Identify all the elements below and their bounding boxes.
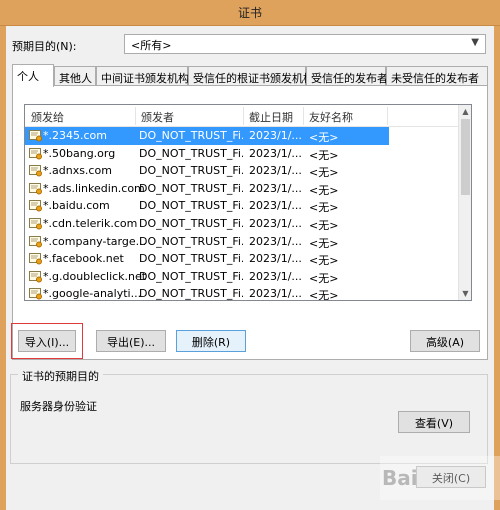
table-row[interactable]: *.50bang.org DO_NOT_TRUST_Fi... 2023/1/...… xyxy=(25,145,461,163)
column-separator xyxy=(303,107,304,125)
cell-issued-by: DO_NOT_TRUST_Fi... xyxy=(139,216,243,230)
cell-friendly-name: <无> xyxy=(309,271,339,285)
delete-button[interactable]: 删除(R) xyxy=(176,330,246,352)
certificate-list[interactable]: 颁发给 颁发者 截止日期 友好名称 *.2345.com DO_NOT_TRUST… xyxy=(24,104,472,301)
cell-issued-to: *.g.doubleclick.net xyxy=(43,269,147,283)
cell-expiration: 2023/1/... xyxy=(249,199,301,213)
cell-expiration: 2023/1/... xyxy=(249,216,301,230)
purposes-text: 服务器身份验证 xyxy=(20,400,97,413)
cell-friendly-name: <无> xyxy=(309,201,339,215)
cell-expiration: 2023/1/... xyxy=(249,164,301,178)
cell-friendly-name: <无> xyxy=(309,131,339,144)
column-separator xyxy=(135,107,136,125)
cell-issued-to: *.50bang.org xyxy=(43,146,116,160)
column-header-issued-to[interactable]: 颁发给 xyxy=(31,109,64,125)
certificate-icon xyxy=(29,165,43,177)
cell-issued-to: *.google-analyti... xyxy=(43,287,142,301)
cell-issued-by: DO_NOT_TRUST_Fi... xyxy=(139,181,243,195)
tab-trusted-publishers[interactable]: 受信任的发布者 xyxy=(306,66,388,86)
cell-expiration: 2023/1/... xyxy=(249,252,301,266)
table-row[interactable]: *.baidu.com DO_NOT_TRUST_Fi... 2023/1/... <… xyxy=(25,197,461,215)
certificate-icon xyxy=(29,130,43,142)
cell-friendly-name: <无> xyxy=(309,289,339,301)
cell-issued-to: *.2345.com xyxy=(43,129,107,142)
export-button[interactable]: 导出(E)... xyxy=(96,330,166,352)
scrollbar-thumb[interactable] xyxy=(461,119,470,195)
cell-issued-by: DO_NOT_TRUST_Fi... xyxy=(139,252,243,266)
cell-issued-to: *.ads.linkedin.com xyxy=(43,181,145,195)
column-separator xyxy=(243,107,244,125)
certificates-dialog: 证书 预期目的(N): <所有> ▼ 个人 其他人 中间证书颁发机构 受信任的根… xyxy=(0,0,500,510)
cell-friendly-name: <无> xyxy=(309,254,339,268)
certificate-icon xyxy=(29,253,43,265)
advanced-button[interactable]: 高级(A) xyxy=(410,330,480,352)
table-row[interactable]: *.ads.linkedin.com DO_NOT_TRUST_Fi... 2023… xyxy=(25,180,461,198)
cell-friendly-name: <无> xyxy=(309,218,339,232)
tab-intermediate-ca[interactable]: 中间证书颁发机构 xyxy=(96,66,189,86)
cell-friendly-name: <无> xyxy=(309,183,339,197)
purposes-group-title: 证书的预期目的 xyxy=(18,368,103,384)
scroll-down-icon[interactable]: ▼ xyxy=(459,287,471,300)
table-row[interactable]: *.2345.com DO_NOT_TRUST_Fi... 2023/1/... <无… xyxy=(25,127,389,145)
certificate-icon xyxy=(29,182,43,195)
purpose-dropdown[interactable]: <所有> ▼ xyxy=(124,34,486,54)
cell-issued-by: DO_NOT_TRUST_Fi... xyxy=(139,146,243,160)
purpose-selected-value: <所有> xyxy=(131,39,172,52)
vertical-scrollbar[interactable]: ▲ ▼ xyxy=(458,105,471,300)
column-header-friendly-name[interactable]: 友好名称 xyxy=(309,109,353,125)
cell-expiration: 2023/1/... xyxy=(249,269,301,283)
cell-expiration: 2023/1/... xyxy=(249,129,301,142)
cell-issued-to: *.adnxs.com xyxy=(43,164,112,178)
cell-expiration: 2023/1/... xyxy=(249,234,301,248)
baidu-watermark: Bai xyxy=(380,456,500,500)
table-row[interactable]: *.company-targe... DO_NOT_TRUST_Fi... 2023… xyxy=(25,233,461,251)
tab-untrusted-publishers[interactable]: 未受信任的发布者 xyxy=(386,66,488,86)
window-title: 证书 xyxy=(237,6,262,20)
table-row[interactable]: *.google-analyti... DO_NOT_TRUST_Fi... 202… xyxy=(25,285,461,301)
cell-issued-by: DO_NOT_TRUST_Fi... xyxy=(139,129,243,142)
certificate-icon xyxy=(29,217,43,230)
cell-expiration: 2023/1/... xyxy=(249,146,301,160)
column-header-expiration[interactable]: 截止日期 xyxy=(249,109,293,125)
certificate-icon xyxy=(29,200,43,212)
cell-friendly-name: <无> xyxy=(309,148,339,162)
window-border-left xyxy=(0,26,6,510)
cell-issued-by: DO_NOT_TRUST_Fi... xyxy=(139,164,243,178)
column-separator xyxy=(387,107,388,125)
scroll-up-icon[interactable]: ▲ xyxy=(459,105,471,118)
table-row[interactable]: *.g.doubleclick.net DO_NOT_TRUST_Fi... 202… xyxy=(25,268,461,286)
chevron-down-icon: ▼ xyxy=(471,37,479,48)
view-button[interactable]: 查看(V) xyxy=(398,411,470,433)
certificate-icon xyxy=(29,270,43,283)
table-row[interactable]: *.facebook.net DO_NOT_TRUST_Fi... 2023/1/.… xyxy=(25,250,461,268)
title-bar: 证书 xyxy=(0,0,500,26)
certificate-icon xyxy=(29,235,43,248)
certificate-icon xyxy=(29,147,43,160)
cell-friendly-name: <无> xyxy=(309,236,339,250)
purpose-label: 预期目的(N): xyxy=(12,40,77,53)
cell-issued-to: *.cdn.telerik.com xyxy=(43,216,138,230)
tab-personal[interactable]: 个人 xyxy=(12,64,54,87)
tab-strip: 个人 其他人 中间证书颁发机构 受信任的根证书颁发机构 受信任的发布者 未受信任… xyxy=(12,64,488,87)
cell-friendly-name: <无> xyxy=(309,166,339,180)
cell-issued-by: DO_NOT_TRUST_Fi... xyxy=(139,287,243,301)
tab-other-people[interactable]: 其他人 xyxy=(54,66,96,86)
cell-expiration: 2023/1/... xyxy=(249,287,301,301)
column-header-issued-by[interactable]: 颁发者 xyxy=(141,109,174,125)
cell-issued-by: DO_NOT_TRUST_Fi... xyxy=(139,269,243,283)
cell-expiration: 2023/1/... xyxy=(249,181,301,195)
certificate-rows: *.2345.com DO_NOT_TRUST_Fi... 2023/1/... <无… xyxy=(25,127,461,301)
import-button[interactable]: 导入(I)... xyxy=(11,323,83,359)
cell-issued-by: DO_NOT_TRUST_Fi... xyxy=(139,199,243,213)
cell-issued-by: DO_NOT_TRUST_Fi... xyxy=(139,234,243,248)
tab-trusted-root-ca[interactable]: 受信任的根证书颁发机构 xyxy=(188,66,314,86)
window-border-right xyxy=(494,26,500,510)
table-row[interactable]: *.adnxs.com DO_NOT_TRUST_Fi... 2023/1/... <… xyxy=(25,162,461,180)
cell-issued-to: *.company-targe... xyxy=(43,234,147,248)
cell-issued-to: *.baidu.com xyxy=(43,199,110,213)
table-row[interactable]: *.cdn.telerik.com DO_NOT_TRUST_Fi... 2023/… xyxy=(25,215,461,233)
cell-issued-to: *.facebook.net xyxy=(43,252,124,266)
certificate-icon xyxy=(29,288,43,300)
list-header: 颁发给 颁发者 截止日期 友好名称 xyxy=(25,105,461,127)
